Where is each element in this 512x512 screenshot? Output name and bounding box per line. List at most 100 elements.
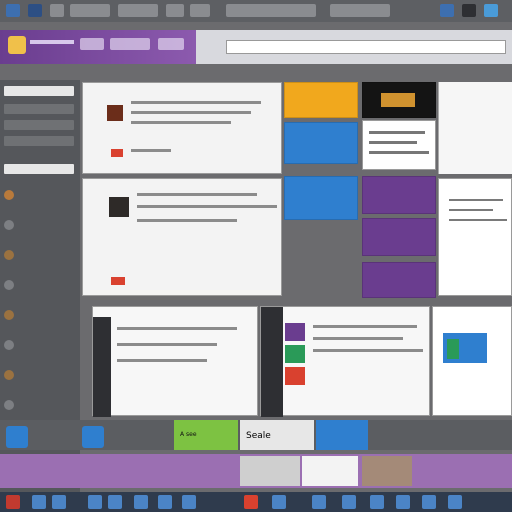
toolbar-button[interactable] bbox=[50, 4, 64, 17]
preview-icon bbox=[447, 339, 459, 359]
status-icon bbox=[111, 149, 123, 157]
text-line bbox=[137, 205, 277, 208]
toolbar-icon[interactable] bbox=[462, 4, 476, 17]
sidebar-item[interactable] bbox=[4, 120, 74, 130]
toolbar-button[interactable] bbox=[70, 4, 110, 17]
text-line bbox=[369, 141, 417, 144]
taskbar-icon[interactable] bbox=[158, 495, 172, 509]
window bbox=[92, 306, 258, 417]
text-line bbox=[131, 149, 171, 152]
blue-banner[interactable] bbox=[316, 420, 368, 450]
header-button[interactable] bbox=[80, 38, 104, 50]
taskbar-icon[interactable] bbox=[108, 495, 122, 509]
sidebar-icon[interactable] bbox=[4, 280, 14, 290]
text-line bbox=[449, 219, 507, 221]
purple-tile[interactable] bbox=[362, 218, 436, 256]
toolbar-icon[interactable] bbox=[484, 4, 498, 17]
banner-left-text: A see bbox=[180, 431, 197, 438]
logo-icon bbox=[8, 36, 26, 54]
text-line bbox=[449, 199, 503, 201]
content-panel bbox=[82, 82, 282, 174]
status-icon bbox=[111, 277, 125, 285]
nav-tile[interactable] bbox=[285, 323, 305, 341]
blue-tile[interactable] bbox=[284, 176, 358, 220]
top-toolbar bbox=[0, 0, 512, 22]
image-content bbox=[381, 93, 415, 107]
text-line bbox=[117, 343, 217, 346]
taskbar-icon[interactable] bbox=[88, 495, 102, 509]
text-line bbox=[313, 325, 417, 328]
thumbnail[interactable] bbox=[362, 456, 412, 486]
taskbar-icon[interactable] bbox=[182, 495, 196, 509]
text-line bbox=[313, 349, 423, 352]
text-line bbox=[369, 131, 425, 134]
toolbar-button[interactable] bbox=[190, 4, 210, 17]
header-button[interactable] bbox=[110, 38, 150, 50]
taskbar-icon[interactable] bbox=[52, 495, 66, 509]
window-sidebar bbox=[261, 307, 283, 417]
text-line bbox=[137, 193, 257, 196]
text-line bbox=[449, 209, 493, 211]
image-tile[interactable] bbox=[362, 82, 436, 118]
sidebar-item[interactable] bbox=[4, 86, 74, 96]
right-panel bbox=[438, 82, 512, 174]
nav-tile[interactable] bbox=[285, 367, 305, 385]
banner-text: Seale bbox=[246, 431, 271, 441]
text-line bbox=[117, 359, 207, 362]
sidebar-icon[interactable] bbox=[4, 400, 14, 410]
header-button[interactable] bbox=[158, 38, 184, 50]
taskbar-icon[interactable] bbox=[370, 495, 384, 509]
sidebar-icon[interactable] bbox=[4, 370, 14, 380]
sidebar-item[interactable] bbox=[4, 136, 74, 146]
orange-tile[interactable] bbox=[284, 82, 358, 118]
toolbar-icon[interactable] bbox=[28, 4, 42, 17]
sidebar-icon[interactable] bbox=[4, 220, 14, 230]
taskbar-icon[interactable] bbox=[272, 495, 286, 509]
toolbar-button[interactable] bbox=[118, 4, 158, 17]
banner-icon[interactable] bbox=[6, 426, 28, 448]
text-line bbox=[313, 337, 403, 340]
taskbar-icon[interactable] bbox=[32, 495, 46, 509]
taskbar-icon[interactable] bbox=[448, 495, 462, 509]
start-icon[interactable] bbox=[6, 495, 20, 509]
green-banner[interactable]: A see bbox=[174, 420, 238, 450]
app-icon[interactable] bbox=[6, 4, 20, 17]
purple-tile[interactable] bbox=[362, 262, 436, 298]
taskbar-icon[interactable] bbox=[244, 495, 258, 509]
taskbar-icon[interactable] bbox=[422, 495, 436, 509]
sidebar-icon[interactable] bbox=[4, 190, 14, 200]
toolbar-button[interactable] bbox=[330, 4, 390, 17]
toolbar-icon[interactable] bbox=[440, 4, 454, 17]
banner-icon[interactable] bbox=[82, 426, 104, 448]
header-banner bbox=[0, 30, 196, 64]
address-input[interactable] bbox=[226, 40, 506, 54]
content-panel bbox=[82, 178, 282, 296]
text-line bbox=[131, 101, 261, 104]
toolbar-button[interactable] bbox=[226, 4, 316, 17]
thumbnail[interactable] bbox=[240, 456, 300, 486]
text-line bbox=[117, 327, 237, 330]
nav-tile[interactable] bbox=[285, 345, 305, 363]
sidebar-item[interactable] bbox=[4, 164, 74, 174]
toolbar-button[interactable] bbox=[166, 4, 184, 17]
right-panel bbox=[438, 178, 512, 296]
text-line bbox=[137, 219, 237, 222]
window-sidebar bbox=[93, 317, 111, 417]
purple-tile[interactable] bbox=[362, 176, 436, 214]
taskbar bbox=[0, 492, 512, 512]
blue-tile[interactable] bbox=[284, 122, 358, 164]
address-bar-region bbox=[196, 30, 512, 64]
taskbar-icon[interactable] bbox=[312, 495, 326, 509]
text-tile bbox=[362, 120, 436, 170]
taskbar-icon[interactable] bbox=[396, 495, 410, 509]
sidebar-item[interactable] bbox=[4, 104, 74, 114]
purple-row bbox=[0, 454, 512, 488]
sidebar-icon[interactable] bbox=[4, 310, 14, 320]
sidebar-icon[interactable] bbox=[4, 250, 14, 260]
thumbnail bbox=[107, 105, 123, 121]
thumbnail[interactable] bbox=[302, 456, 358, 486]
taskbar-icon[interactable] bbox=[342, 495, 356, 509]
taskbar-icon[interactable] bbox=[134, 495, 148, 509]
sidebar-icon[interactable] bbox=[4, 340, 14, 350]
white-banner[interactable]: Seale bbox=[240, 420, 314, 450]
